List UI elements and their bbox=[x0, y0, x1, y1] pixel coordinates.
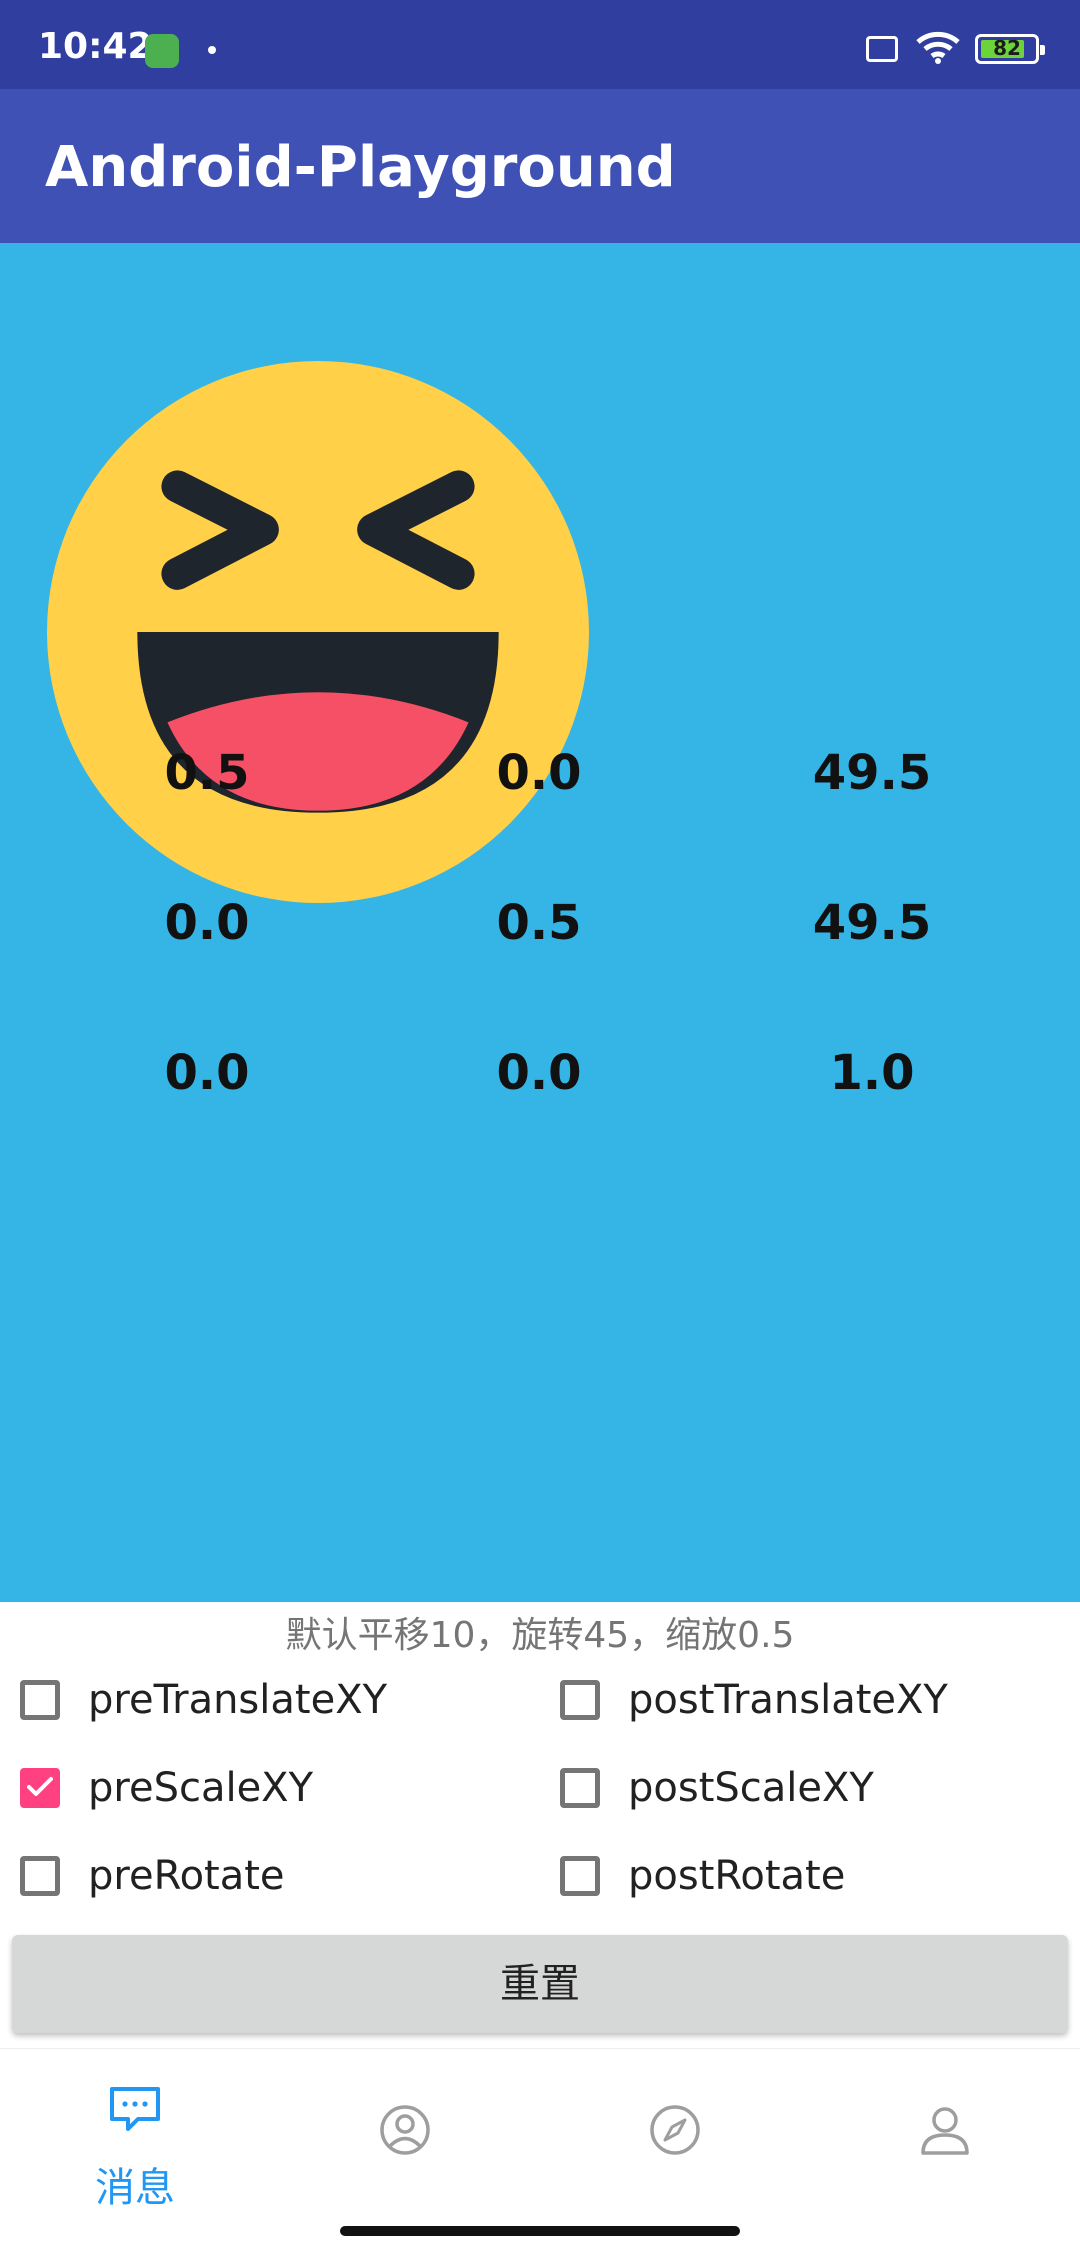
matrix-cell: 0.5 bbox=[164, 745, 250, 801]
checkbox-label: preTranslateXY bbox=[88, 1677, 388, 1723]
matrix-cell: 0.5 bbox=[496, 895, 582, 951]
checkbox-postscalexy[interactable]: postScaleXY bbox=[540, 1748, 874, 1828]
checkbox-postrotate[interactable]: postRotate bbox=[540, 1836, 845, 1916]
matrix-cell: 1.0 bbox=[829, 1045, 915, 1101]
hint-text: 默认平移10，旋转45，缩放0.5 bbox=[285, 1615, 795, 1656]
reset-button[interactable]: 重置 bbox=[12, 1935, 1068, 2033]
battery-icon: 82 bbox=[975, 34, 1045, 64]
checkbox-pretranslatexy[interactable]: preTranslateXY bbox=[0, 1660, 387, 1740]
laughing-emoji-image bbox=[47, 361, 589, 903]
dot-icon bbox=[208, 46, 216, 54]
app-bar: Android-Playground bbox=[0, 89, 1080, 243]
message-icon bbox=[110, 2087, 160, 2131]
checkbox-icon[interactable] bbox=[20, 1768, 60, 1808]
app-notification-icon bbox=[145, 34, 179, 68]
compass-icon bbox=[650, 2105, 700, 2155]
checkbox-label: postTranslateXY bbox=[628, 1677, 948, 1723]
checkbox-icon[interactable] bbox=[20, 1856, 60, 1896]
checkbox-icon[interactable] bbox=[20, 1680, 60, 1720]
status-bar: 10:42 82 bbox=[0, 0, 1080, 89]
battery-level: 82 bbox=[993, 36, 1021, 60]
matrix-cell: 0.0 bbox=[496, 745, 582, 801]
status-time: 10:42 bbox=[38, 26, 153, 67]
matrix-cell: 0.0 bbox=[164, 1045, 250, 1101]
page-title: Android-Playground bbox=[45, 135, 676, 200]
wifi-icon bbox=[916, 31, 960, 64]
checkbox-icon[interactable] bbox=[560, 1768, 600, 1808]
matrix-cell: 49.5 bbox=[812, 895, 932, 951]
contacts-icon bbox=[380, 2105, 430, 2155]
matrix-cell: 0.0 bbox=[164, 895, 250, 951]
checkbox-icon[interactable] bbox=[560, 1856, 600, 1896]
sim-x-icon bbox=[866, 36, 898, 62]
checkbox-icon[interactable] bbox=[560, 1680, 600, 1720]
canvas-area: 0.5 0.0 49.5 0.0 0.5 49.5 0.0 0.0 1.0 bbox=[0, 243, 1080, 1602]
checkbox-prerotate[interactable]: preRotate bbox=[0, 1836, 285, 1916]
nav-item-contacts[interactable] bbox=[270, 2049, 540, 2249]
nav-label: 消息 bbox=[95, 2165, 175, 2211]
checkbox-prescalexy[interactable]: preScaleXY bbox=[0, 1748, 313, 1828]
checkbox-posttranslatexy[interactable]: postTranslateXY bbox=[540, 1660, 948, 1740]
bottom-nav: 消息 bbox=[0, 2048, 1080, 2249]
checkbox-label: preRotate bbox=[88, 1853, 285, 1899]
nav-item-discover[interactable] bbox=[540, 2049, 810, 2249]
profile-icon bbox=[921, 2107, 969, 2155]
matrix-cell: 0.0 bbox=[496, 1045, 582, 1101]
checkbox-label: postScaleXY bbox=[628, 1765, 874, 1811]
nav-item-messages[interactable]: 消息 bbox=[0, 2049, 270, 2249]
checkbox-label: preScaleXY bbox=[88, 1765, 314, 1811]
nav-item-profile[interactable] bbox=[810, 2049, 1080, 2249]
home-indicator[interactable] bbox=[340, 2226, 740, 2236]
matrix-cell: 49.5 bbox=[812, 745, 932, 801]
checkbox-label: postRotate bbox=[628, 1853, 846, 1899]
